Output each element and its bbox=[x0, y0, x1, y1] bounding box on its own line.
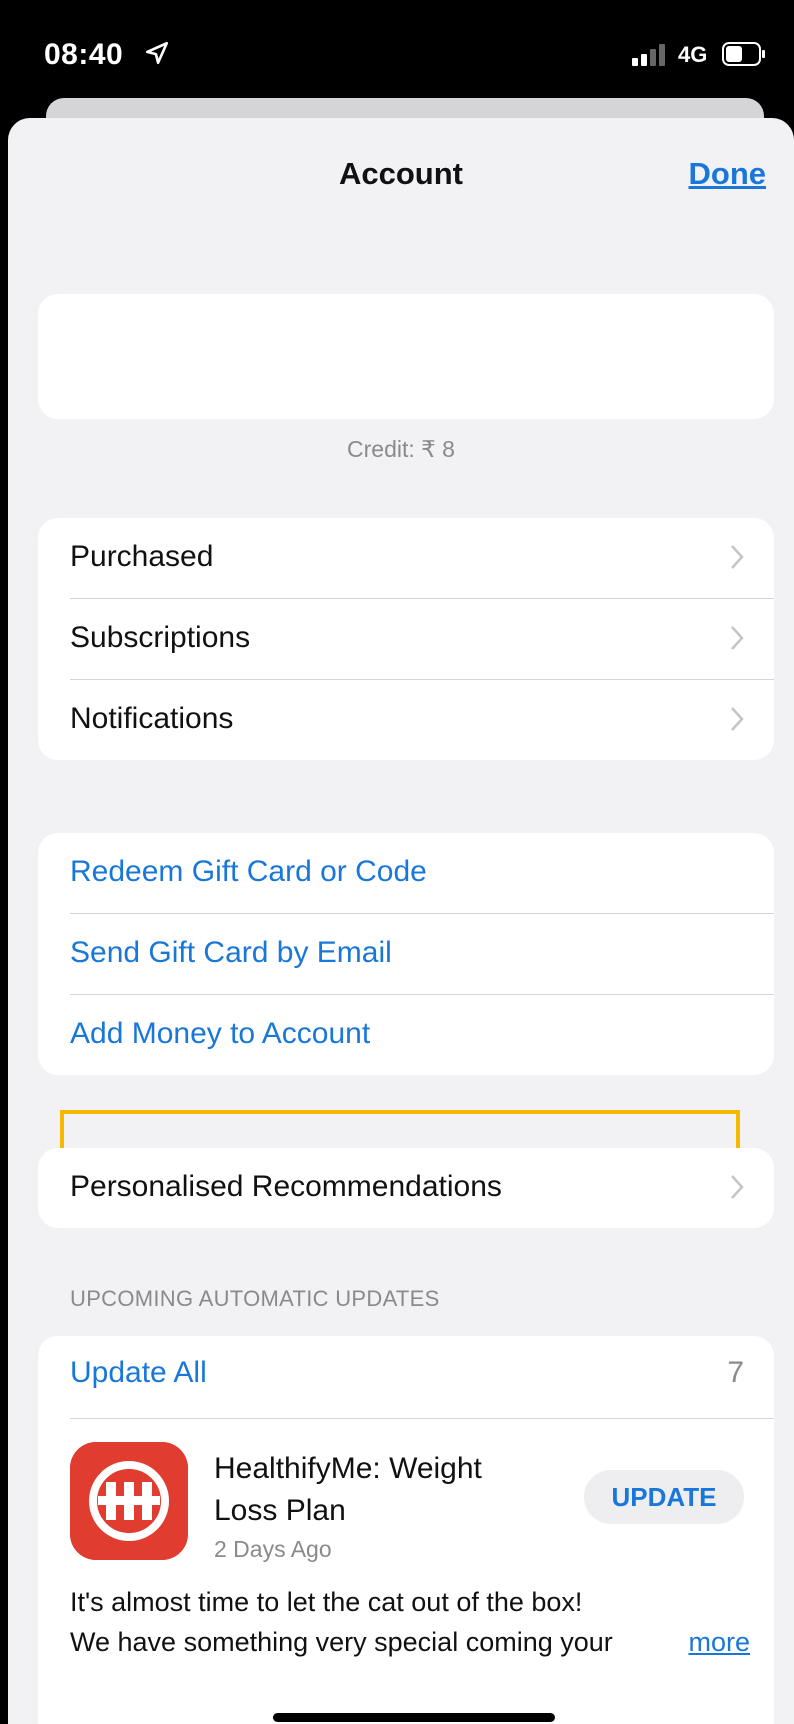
menu-item-label: Subscriptions bbox=[70, 621, 251, 654]
profile-card[interactable] bbox=[38, 294, 774, 419]
healthifyme-app-icon[interactable] bbox=[70, 1442, 188, 1560]
menu-item-send-gift-card[interactable]: Send Gift Card by Email bbox=[38, 914, 774, 994]
chevron-right-icon bbox=[731, 545, 744, 569]
chevron-right-icon bbox=[731, 707, 744, 731]
done-button[interactable]: Done bbox=[689, 156, 767, 192]
menu-item-label: Send Gift Card by Email bbox=[70, 936, 392, 969]
update-count: 7 bbox=[727, 1356, 744, 1389]
account-menu: Purchased Subscriptions Notifications bbox=[38, 518, 774, 760]
page-title: Account bbox=[339, 156, 463, 191]
menu-item-subscriptions[interactable]: Subscriptions bbox=[38, 599, 774, 679]
menu-item-personalised-recommendations[interactable]: Personalised Recommendations bbox=[38, 1148, 774, 1228]
divider bbox=[70, 1418, 774, 1419]
update-all-button[interactable]: Update All bbox=[70, 1356, 207, 1390]
menu-item-redeem-gift-card[interactable]: Redeem Gift Card or Code bbox=[38, 833, 774, 913]
menu-item-notifications[interactable]: Notifications bbox=[38, 680, 774, 760]
release-notes-line: It's almost time to let the cat out of t… bbox=[70, 1587, 583, 1617]
app-update-date: 2 Days Ago bbox=[214, 1536, 332, 1562]
app-name[interactable]: HealthifyMe: Weight Loss Plan bbox=[214, 1448, 544, 1532]
updates-card: Update All 7 HealthifyMe: Weight Loss Pl… bbox=[38, 1336, 774, 1724]
battery-icon bbox=[722, 42, 765, 66]
release-notes-line-container: We have something very special coming yo… bbox=[70, 1622, 750, 1662]
menu-item-add-money[interactable]: Add Money to Account bbox=[38, 995, 774, 1075]
location-arrow-icon bbox=[145, 41, 169, 65]
chevron-right-icon bbox=[731, 1175, 744, 1199]
more-link[interactable]: more bbox=[640, 1622, 750, 1662]
network-type: 4G bbox=[678, 42, 708, 67]
update-button[interactable]: UPDATE bbox=[584, 1470, 744, 1524]
account-sheet: Account Done Credit: ₹ 8 Purchased Subsc… bbox=[8, 118, 794, 1724]
section-header: UPCOMING AUTOMATIC UPDATES bbox=[70, 1286, 440, 1311]
home-indicator[interactable] bbox=[273, 1713, 555, 1722]
menu-item-label: Notifications bbox=[70, 702, 234, 735]
menu-item-label: Purchased bbox=[70, 540, 214, 573]
release-notes-line: We have something very special coming yo… bbox=[70, 1627, 613, 1657]
signal-icon bbox=[632, 44, 665, 66]
release-notes: It's almost time to let the cat out of t… bbox=[70, 1582, 750, 1662]
menu-item-label: Personalised Recommendations bbox=[70, 1170, 502, 1203]
gift-card-menu: Redeem Gift Card or Code Send Gift Card … bbox=[38, 833, 774, 1075]
chevron-right-icon bbox=[731, 626, 744, 650]
credit-balance: Credit: ₹ 8 bbox=[347, 436, 455, 462]
recommendations-menu: Personalised Recommendations bbox=[38, 1148, 774, 1228]
status-time: 08:40 bbox=[44, 38, 124, 71]
menu-item-label: Redeem Gift Card or Code bbox=[70, 855, 427, 888]
menu-item-label: Add Money to Account bbox=[70, 1017, 371, 1050]
menu-item-purchased[interactable]: Purchased bbox=[38, 518, 774, 598]
